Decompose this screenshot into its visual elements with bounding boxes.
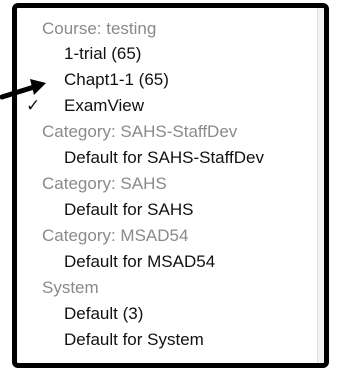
menu-option-default-msad54[interactable]: Default for MSAD54: [64, 251, 215, 273]
menu-option-chapt1-1[interactable]: Chapt1-1 (65): [64, 69, 169, 91]
menu-group-category-msad54: Category: MSAD54: [42, 226, 189, 245]
menu-group-course-testing: Course: testing: [42, 19, 157, 38]
menu-option-default-sahs-staffdev[interactable]: Default for SAHS-StaffDev: [64, 147, 264, 169]
menu-group-category-sahs: Category: SAHS: [42, 174, 167, 193]
dropdown-menu-frame: Course: testing 1-trial (65) Chapt1-1 (6…: [12, 3, 329, 368]
menu-option-examview-selected[interactable]: ExamView: [64, 95, 144, 117]
menu-group-category-sahs-staffdev: Category: SAHS-StaffDev: [42, 122, 238, 141]
menu-group-system: System: [42, 278, 99, 297]
menu-option-default-sahs[interactable]: Default for SAHS: [64, 199, 193, 221]
menu-option-1-trial[interactable]: 1-trial (65): [64, 43, 141, 65]
arrow-pointer-icon: [0, 79, 46, 100]
menu-option-default-3[interactable]: Default (3): [64, 303, 143, 325]
question-bank-category-menu: Course: testing 1-trial (65) Chapt1-1 (6…: [17, 8, 324, 363]
menu-scrollbar[interactable]: [317, 8, 324, 363]
menu-option-default-system[interactable]: Default for System: [64, 329, 204, 351]
